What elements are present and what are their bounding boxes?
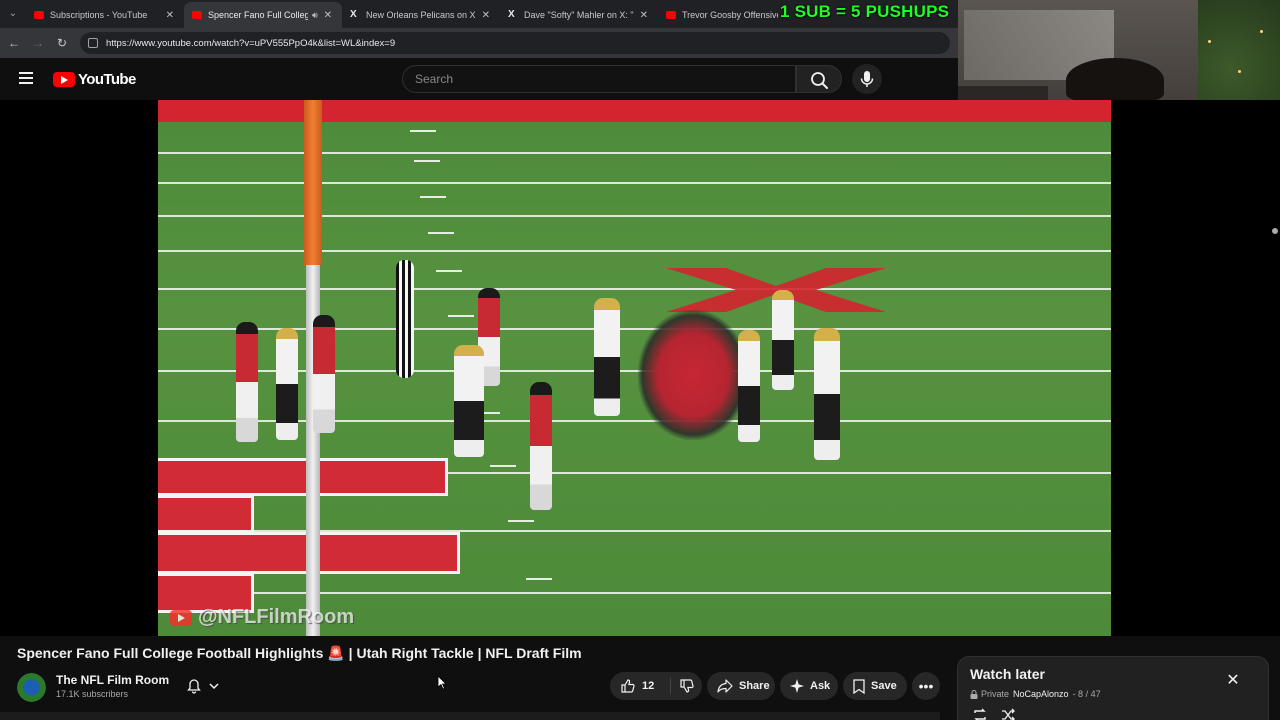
thumbs-up-icon (621, 679, 635, 693)
speaker-icon[interactable]: 🔊︎ (312, 10, 318, 21)
tab-active-video[interactable]: Spencer Fano Full College 🔊︎ ✕ (184, 2, 342, 28)
forward-arrow-icon[interactable]: → (30, 35, 46, 51)
lock-icon (970, 689, 978, 699)
referee (396, 260, 414, 378)
privacy-label: Private (981, 689, 1010, 699)
loop-icon[interactable] (972, 707, 988, 720)
bell-icon (187, 679, 201, 694)
youtube-play-icon (170, 609, 192, 626)
youtube-favicon-icon (34, 11, 44, 19)
subscriber-count: 17.1K subscribers (56, 689, 129, 699)
shuffle-icon[interactable] (1000, 707, 1016, 720)
thumbs-down-icon (679, 679, 694, 693)
tab-label: Dave "Softy" Mahler on X: "FYI (524, 10, 634, 20)
video-title: Spencer Fano Full College Football Highl… (17, 645, 582, 661)
sub-pushup-banner: 1 SUB = 5 PUSHUPS (780, 2, 950, 21)
hamburger-menu-icon[interactable] (19, 72, 33, 84)
watermark-text: @NFLFilmRoom (198, 606, 355, 628)
chevron-down-icon (209, 683, 219, 690)
youtube-play-icon (53, 72, 75, 87)
search-button[interactable] (796, 65, 842, 93)
tab-label: New Orleans Pelicans on X: "Cl (366, 10, 476, 20)
tab-close-icon[interactable]: ✕ (640, 10, 648, 21)
youtube-favicon-icon (192, 11, 202, 19)
like-dislike-group: 12 (610, 672, 702, 700)
more-actions-button[interactable]: ••• (912, 672, 940, 700)
youtube-logo[interactable]: YouTube (53, 71, 136, 88)
tab-softy[interactable]: X Dave "Softy" Mahler on X: "FYI ✕ (500, 2, 658, 28)
youtube-header: YouTube (0, 58, 958, 100)
pile-of-players (638, 310, 748, 440)
more-horizontal-icon: ••• (918, 678, 934, 694)
playlist-title[interactable]: Watch later (970, 666, 1045, 682)
channel-avatar[interactable] (17, 673, 46, 702)
notification-bell-button[interactable] (177, 672, 229, 700)
share-icon (717, 679, 733, 693)
playlist-position: - 8 / 47 (1072, 689, 1101, 699)
playlist-owner[interactable]: NoCapAlonzo (1013, 689, 1069, 699)
playlist-meta: Private NoCapAlonzo - 8 / 47 (970, 689, 1101, 699)
x-favicon-icon: X (508, 9, 515, 20)
reload-icon[interactable]: ↻ (54, 35, 70, 51)
like-button[interactable]: 12 (610, 672, 670, 700)
goalpost-padding (304, 100, 322, 265)
tab-search-icon[interactable]: ⌄ (4, 5, 22, 23)
tab-close-icon[interactable]: ✕ (166, 10, 174, 21)
tab-pelicans[interactable]: X New Orleans Pelicans on X: "Cl ✕ (342, 2, 500, 28)
address-bar: ← → ↻ https://www.youtube.com/watch?v=uP… (0, 28, 958, 58)
search-box (402, 65, 796, 93)
sparkle-icon (790, 679, 804, 693)
ask-label: Ask (810, 680, 831, 692)
search-input[interactable] (415, 66, 795, 92)
tab-label: Spencer Fano Full College (208, 10, 308, 20)
share-label: Share (739, 680, 770, 692)
mouse-cursor (437, 675, 447, 690)
bookmark-icon (853, 678, 865, 694)
tab-subscriptions[interactable]: Subscriptions - YouTube ✕ (26, 2, 184, 28)
save-button[interactable]: Save (843, 672, 907, 700)
back-arrow-icon[interactable]: ← (6, 35, 22, 51)
dislike-button[interactable] (671, 672, 702, 700)
like-count: 12 (642, 680, 655, 692)
x-favicon-icon: X (350, 9, 357, 20)
url-field[interactable]: https://www.youtube.com/watch?v=uPV555Pp… (80, 32, 950, 54)
tab-goosby[interactable]: Trevor Goosby Offensive Tac (658, 2, 788, 28)
share-button[interactable]: Share (707, 672, 775, 700)
voice-search-button[interactable] (852, 64, 882, 94)
channel-watermark: @NFLFilmRoom (170, 606, 354, 629)
site-info-icon[interactable] (88, 38, 98, 48)
watch-later-panel: Watch later Private NoCapAlonzo - 8 / 47… (957, 656, 1269, 720)
channel-name[interactable]: The NFL Film Room (56, 673, 169, 687)
youtube-favicon-icon (666, 11, 676, 19)
video-player[interactable]: @NFLFilmRoom (158, 100, 1111, 636)
tab-label: Trevor Goosby Offensive Tac (682, 10, 778, 20)
save-label: Save (871, 680, 897, 692)
ask-button[interactable]: Ask (780, 672, 838, 700)
tab-label: Subscriptions - YouTube (50, 10, 148, 20)
tab-close-icon[interactable]: ✕ (482, 10, 490, 21)
scrollbar[interactable] (1272, 228, 1278, 234)
url-text[interactable]: https://www.youtube.com/watch?v=uPV555Pp… (106, 38, 395, 49)
search-icon (811, 72, 828, 89)
youtube-logo-text: YouTube (78, 71, 136, 88)
microphone-icon (860, 71, 874, 87)
tab-close-icon[interactable]: ✕ (324, 10, 332, 21)
close-icon[interactable]: ✕ (1224, 672, 1242, 690)
